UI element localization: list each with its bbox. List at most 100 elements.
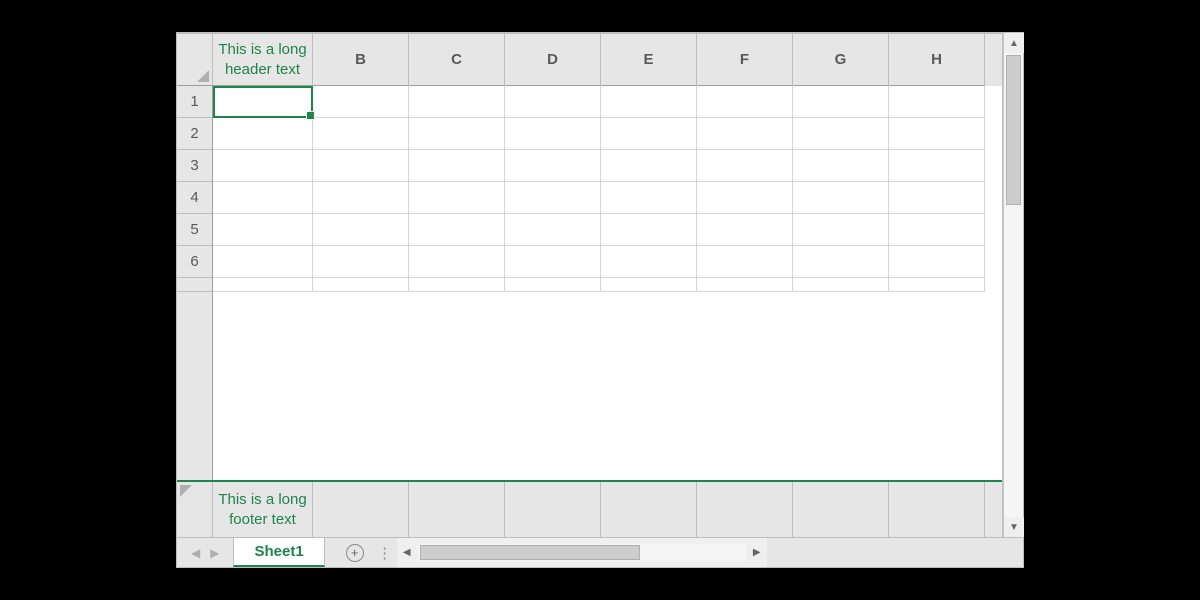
cell[interactable]: [601, 278, 697, 292]
column-footer-e[interactable]: [601, 482, 697, 537]
column-header-e[interactable]: E: [601, 34, 697, 86]
cell[interactable]: [697, 246, 793, 278]
tab-nav-prev-icon[interactable]: ◀: [191, 546, 200, 560]
row-header-6[interactable]: 6: [177, 246, 212, 278]
column-header-h[interactable]: H: [889, 34, 985, 86]
cell[interactable]: [313, 214, 409, 246]
tab-scroll-splitter[interactable]: ⋮: [373, 538, 397, 567]
column-footer-b[interactable]: [313, 482, 409, 537]
cell-a1[interactable]: [213, 86, 313, 118]
cell[interactable]: [213, 150, 313, 182]
cell[interactable]: [889, 86, 985, 118]
cell[interactable]: [409, 278, 505, 292]
cell[interactable]: [697, 86, 793, 118]
cell[interactable]: [793, 182, 889, 214]
cell[interactable]: [505, 150, 601, 182]
cell[interactable]: [601, 150, 697, 182]
cell[interactable]: [793, 214, 889, 246]
cell[interactable]: [313, 182, 409, 214]
vscroll-thumb[interactable]: [1006, 55, 1021, 205]
cell[interactable]: [697, 118, 793, 150]
column-header-c[interactable]: C: [409, 34, 505, 86]
scroll-down-arrow-icon[interactable]: ▼: [1004, 517, 1024, 537]
cell[interactable]: [793, 86, 889, 118]
column-footer-g[interactable]: [793, 482, 889, 537]
vertical-scrollbar[interactable]: ▲ ▼: [1003, 33, 1023, 537]
cell[interactable]: [793, 150, 889, 182]
column-header-g[interactable]: G: [793, 34, 889, 86]
horizontal-scrollbar[interactable]: ◀ ▶: [397, 538, 767, 567]
row-header-4[interactable]: 4: [177, 182, 212, 214]
tab-nav-buttons: ◀ ▶: [177, 538, 233, 567]
column-footer-f[interactable]: [697, 482, 793, 537]
row-header-1[interactable]: 1: [177, 86, 212, 118]
cell[interactable]: [213, 214, 313, 246]
cell[interactable]: [505, 86, 601, 118]
hscroll-track[interactable]: [418, 544, 746, 562]
cell[interactable]: [697, 182, 793, 214]
cell[interactable]: [409, 118, 505, 150]
cell[interactable]: [793, 246, 889, 278]
cell[interactable]: [313, 86, 409, 118]
table-row: [213, 182, 1002, 214]
cell[interactable]: [889, 150, 985, 182]
column-header-d[interactable]: D: [505, 34, 601, 86]
cell[interactable]: [505, 278, 601, 292]
select-all-corner[interactable]: [177, 34, 213, 86]
row-header-3[interactable]: 3: [177, 150, 212, 182]
cell[interactable]: [505, 182, 601, 214]
row-header-7-partial[interactable]: [177, 278, 212, 292]
cell[interactable]: [313, 118, 409, 150]
cell[interactable]: [213, 182, 313, 214]
cell[interactable]: [889, 182, 985, 214]
tab-nav-next-icon[interactable]: ▶: [210, 546, 219, 560]
cell[interactable]: [505, 118, 601, 150]
cell[interactable]: [889, 278, 985, 292]
cell[interactable]: [213, 278, 313, 292]
column-footer-a[interactable]: This is a long footer text: [213, 482, 313, 537]
cell[interactable]: [409, 150, 505, 182]
cell[interactable]: [313, 246, 409, 278]
cell[interactable]: [409, 182, 505, 214]
cell[interactable]: [409, 246, 505, 278]
cell[interactable]: [601, 182, 697, 214]
cell[interactable]: [889, 118, 985, 150]
row-header-2[interactable]: 2: [177, 118, 212, 150]
cell[interactable]: [213, 118, 313, 150]
cell[interactable]: [601, 214, 697, 246]
column-header-f[interactable]: F: [697, 34, 793, 86]
row-header-5[interactable]: 5: [177, 214, 212, 246]
vscroll-track[interactable]: [1004, 53, 1023, 517]
cell-grid[interactable]: [213, 86, 1002, 480]
cell[interactable]: [505, 246, 601, 278]
frozen-pane-toggle[interactable]: [177, 482, 213, 537]
cell[interactable]: [697, 214, 793, 246]
cell[interactable]: [213, 246, 313, 278]
cell[interactable]: [697, 278, 793, 292]
cell[interactable]: [793, 278, 889, 292]
cell[interactable]: [601, 86, 697, 118]
sheet-tab-sheet1[interactable]: Sheet1: [233, 538, 324, 567]
cell[interactable]: [313, 278, 409, 292]
cell[interactable]: [409, 86, 505, 118]
sheet-tab-bar: ◀ ▶ Sheet1 + ⋮ ◀ ▶: [177, 537, 1023, 567]
cell[interactable]: [409, 214, 505, 246]
scroll-right-arrow-icon[interactable]: ▶: [747, 543, 767, 563]
cell[interactable]: [601, 246, 697, 278]
scroll-left-arrow-icon[interactable]: ◀: [397, 543, 417, 563]
add-sheet-button[interactable]: +: [337, 538, 373, 567]
cell[interactable]: [601, 118, 697, 150]
column-header-a[interactable]: This is a long header text: [213, 34, 313, 86]
cell[interactable]: [313, 150, 409, 182]
cell[interactable]: [793, 118, 889, 150]
cell[interactable]: [505, 214, 601, 246]
column-footer-d[interactable]: [505, 482, 601, 537]
cell[interactable]: [889, 246, 985, 278]
cell[interactable]: [697, 150, 793, 182]
scroll-up-arrow-icon[interactable]: ▲: [1004, 33, 1024, 53]
column-footer-c[interactable]: [409, 482, 505, 537]
column-footer-h[interactable]: [889, 482, 985, 537]
column-header-b[interactable]: B: [313, 34, 409, 86]
hscroll-thumb[interactable]: [420, 545, 640, 560]
cell[interactable]: [889, 214, 985, 246]
